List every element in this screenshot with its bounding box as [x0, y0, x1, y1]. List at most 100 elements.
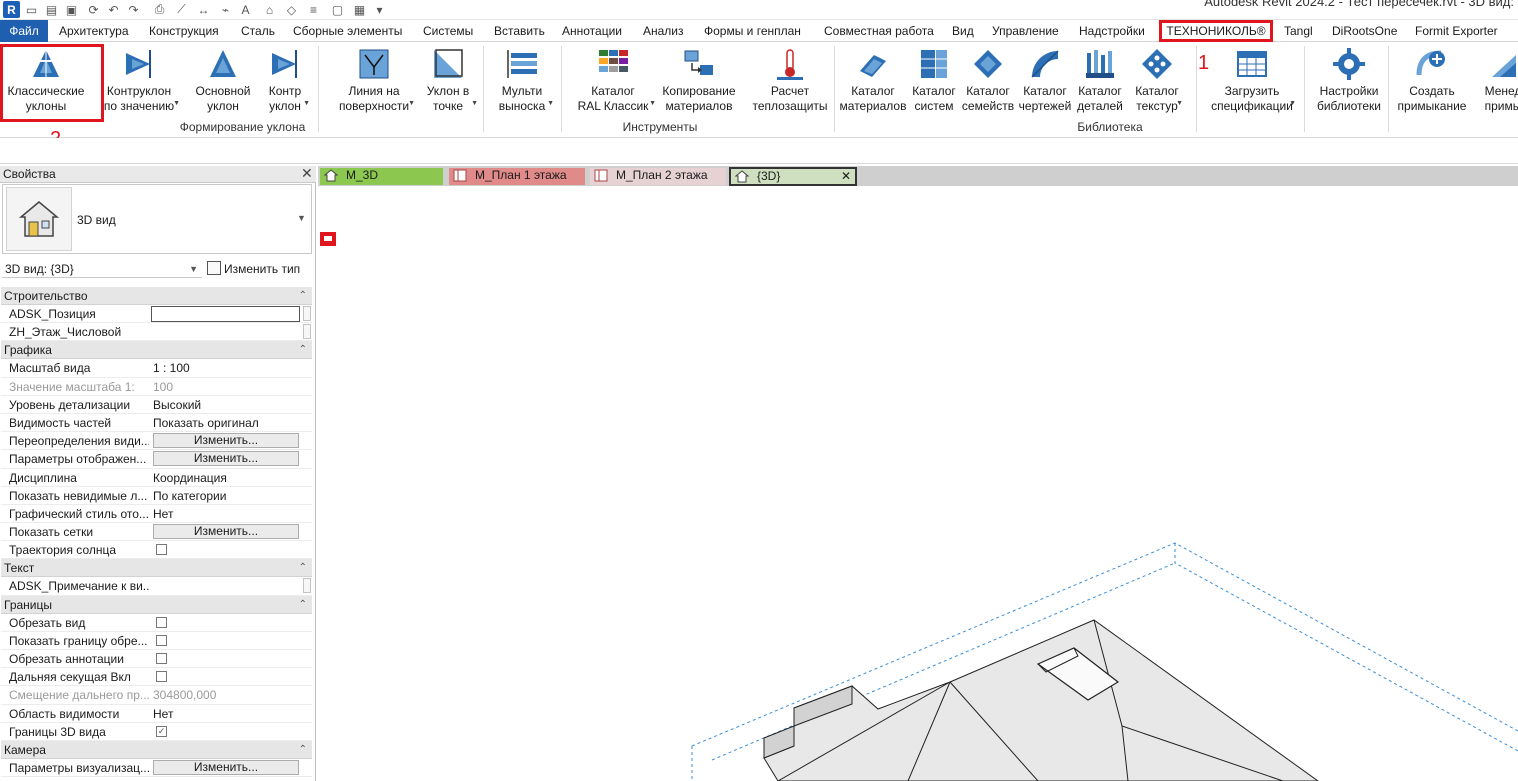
property-group-header[interactable]: Строительство ⌃: [1, 287, 312, 305]
ribbon-tab[interactable]: Tangl: [1284, 20, 1313, 42]
ribbon-tab[interactable]: Сборные элементы: [293, 20, 402, 42]
insulation-calc-button[interactable]: Расчет теплозащиты: [748, 45, 832, 117]
collapse-icon[interactable]: ⌃: [299, 287, 307, 305]
chevron-down-icon[interactable]: ▼: [303, 100, 310, 107]
thin-lines-icon[interactable]: ≡: [306, 2, 321, 17]
ribbon-tab[interactable]: Вставить: [494, 20, 545, 42]
ribbon-tab[interactable]: Formit Exporter: [1415, 20, 1498, 42]
chevron-down-icon[interactable]: ▼: [173, 100, 180, 107]
collapse-icon[interactable]: ⌃: [299, 559, 307, 577]
default-3d-icon[interactable]: ⌂: [262, 2, 277, 17]
property-value[interactable]: Нет: [153, 505, 299, 523]
library-settings-button[interactable]: Настройки библиотеки: [1313, 45, 1385, 117]
property-value[interactable]: Нет: [153, 705, 299, 723]
ribbon-tab[interactable]: ТЕХНОНИКОЛЬ®: [1159, 20, 1273, 42]
collapse-icon[interactable]: ⌃: [299, 741, 307, 759]
chevron-down-icon[interactable]: ▼: [649, 100, 656, 107]
ribbon-tab[interactable]: Архитектура: [59, 20, 129, 42]
edit-button[interactable]: Изменить...: [153, 524, 299, 540]
ribbon-tab[interactable]: Файл: [0, 20, 48, 42]
property-input[interactable]: [151, 306, 300, 322]
save-icon[interactable]: ▣: [64, 2, 79, 17]
ribbon-tab[interactable]: Анализ: [643, 20, 684, 42]
property-group-header[interactable]: Камера ⌃: [1, 740, 312, 759]
chevron-down-icon[interactable]: ▼: [297, 213, 306, 223]
view-tab[interactable]: {3D} ✕: [729, 167, 857, 186]
property-value[interactable]: По категории: [153, 487, 299, 505]
property-value[interactable]: Высокий: [153, 396, 299, 414]
ribbon-tab[interactable]: Управление: [992, 20, 1059, 42]
property-checkbox[interactable]: [156, 634, 167, 646]
ral-catalog-button[interactable]: Каталог RAL Классик ▼: [570, 45, 656, 117]
ribbon-tab[interactable]: Конструкция: [149, 20, 219, 42]
view-tab[interactable]: М_План 1 этажа: [449, 168, 585, 185]
switch-windows-icon[interactable]: ▦: [352, 2, 367, 17]
3d-viewport[interactable]: [318, 186, 1518, 781]
multi-leader-button[interactable]: Мульти выноска ▼: [490, 45, 554, 117]
property-value[interactable]: Показать оригинал: [153, 414, 299, 432]
ribbon-panel-title[interactable]: Формирование уклона: [140, 120, 345, 136]
undo-icon[interactable]: ↶: [106, 2, 121, 17]
customize-qat-icon[interactable]: ▾: [372, 2, 387, 17]
contour-slope-button[interactable]: Контруклон по значению ▼: [98, 45, 180, 117]
tag-icon[interactable]: ⌁: [218, 2, 233, 17]
property-group-header[interactable]: Графика ⌃: [1, 341, 312, 360]
ribbon-tab[interactable]: DiRootsOne: [1332, 20, 1397, 42]
families-catalog-button[interactable]: Каталог семейств: [960, 45, 1016, 117]
ribbon-tab[interactable]: Системы: [423, 20, 473, 42]
ribbon-tab[interactable]: Вид: [952, 20, 974, 42]
chevron-down-icon[interactable]: ▼: [471, 100, 478, 107]
property-checkbox[interactable]: [156, 653, 167, 664]
revit-logo[interactable]: R: [3, 1, 20, 18]
open-icon[interactable]: ▭: [24, 2, 39, 17]
ribbon-panel-title[interactable]: Инструменты: [560, 120, 760, 136]
text-icon[interactable]: A: [238, 2, 253, 17]
sync-icon[interactable]: ⟳: [86, 2, 101, 17]
create-junction-button[interactable]: Создать примыкание: [1392, 45, 1472, 117]
textures-catalog-button[interactable]: Каталог текстур ▼: [1131, 45, 1183, 117]
ribbon-tab[interactable]: Совместная работа: [824, 20, 934, 42]
chevron-down-icon[interactable]: ▼: [1176, 100, 1183, 107]
copy-materials-button[interactable]: Копирование материалов: [659, 45, 739, 117]
load-schedules-button[interactable]: Загрузить спецификации ▼: [1208, 45, 1296, 117]
details-catalog-button[interactable]: Каталог деталей: [1074, 45, 1126, 117]
property-value[interactable]: 1 : 100: [153, 359, 299, 377]
chevron-down-icon[interactable]: ▼: [1289, 100, 1296, 107]
main-slope-button[interactable]: Основной уклон: [189, 45, 257, 117]
collapse-icon[interactable]: ⌃: [299, 341, 307, 359]
property-group-header[interactable]: Текст ⌃: [1, 559, 312, 578]
drawings-catalog-button[interactable]: Каталог чертежей: [1017, 45, 1073, 117]
open-folder-icon[interactable]: ▤: [44, 2, 59, 17]
contour-button[interactable]: Контр уклон ▼: [260, 45, 310, 117]
chevron-down-icon[interactable]: ▼: [408, 100, 415, 107]
ribbon-tab[interactable]: Аннотации: [562, 20, 622, 42]
view-tab[interactable]: М_План 2 этажа: [590, 168, 726, 185]
point-slope-button[interactable]: Уклон в точке ▼: [418, 45, 478, 117]
aligned-dimension-icon[interactable]: ↔: [196, 2, 211, 17]
ribbon-tab[interactable]: Надстройки: [1079, 20, 1145, 42]
chevron-down-icon[interactable]: ▼: [547, 100, 554, 107]
surface-line-button[interactable]: Линия на поверхности ▼: [333, 45, 415, 117]
close-windows-icon[interactable]: ▢: [330, 2, 345, 17]
print-icon[interactable]: ⎙: [152, 2, 167, 17]
close-icon[interactable]: ✕: [301, 165, 313, 182]
close-icon[interactable]: ✕: [841, 169, 851, 184]
junction-manager-button[interactable]: Менед примы: [1478, 45, 1518, 117]
property-group-header[interactable]: Границы ⌃: [1, 595, 312, 614]
property-checkbox[interactable]: [156, 616, 167, 628]
edit-type-button[interactable]: Изменить тип: [207, 260, 307, 278]
edit-button[interactable]: Изменить...: [153, 433, 299, 449]
edit-button[interactable]: Изменить...: [153, 759, 299, 775]
ribbon-tab[interactable]: Сталь: [241, 20, 275, 42]
collapse-icon[interactable]: ⌃: [299, 596, 307, 614]
section-icon[interactable]: ◇: [284, 2, 299, 17]
edit-button[interactable]: Изменить...: [153, 451, 299, 467]
property-value[interactable]: Координация: [153, 469, 299, 487]
property-checkbox[interactable]: [156, 544, 167, 556]
measure-icon[interactable]: ⟋: [174, 2, 189, 17]
property-checkbox[interactable]: ✓: [156, 725, 167, 737]
materials-catalog-button[interactable]: Каталог материалов: [838, 45, 908, 117]
systems-catalog-button[interactable]: Каталог систем: [909, 45, 959, 117]
view-instance-selector[interactable]: 3D вид: {3D} ▼: [2, 260, 202, 278]
redo-icon[interactable]: ↷: [126, 2, 141, 17]
